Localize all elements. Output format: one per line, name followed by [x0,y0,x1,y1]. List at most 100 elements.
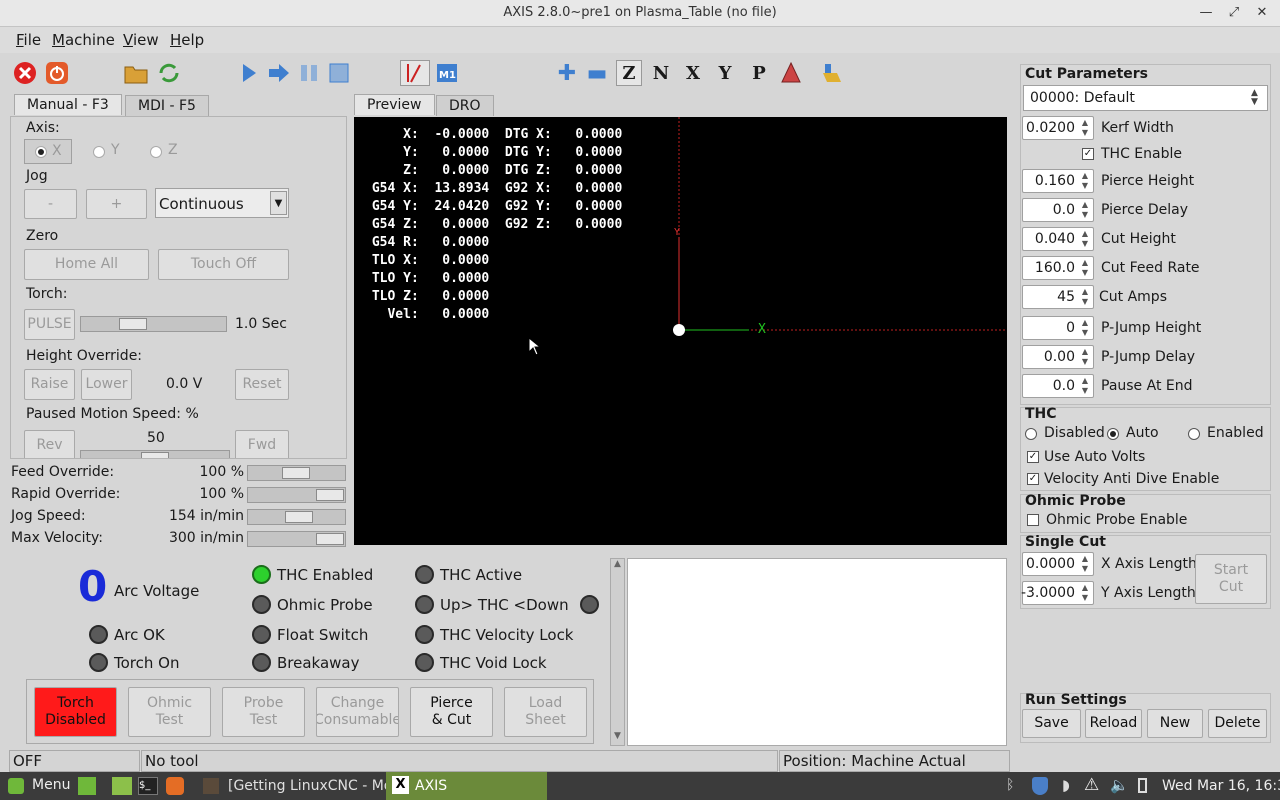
show-desktop-icon[interactable] [78,777,96,795]
clear-plot-icon[interactable] [820,60,846,86]
menu-button[interactable]: Menu [32,777,70,793]
stop-icon[interactable] [326,60,352,86]
view-y-icon[interactable]: Y [712,60,738,86]
battery-icon[interactable] [1138,778,1147,793]
cut-height-input[interactable]: 0.040 ▲ ▼ [1022,227,1094,251]
menu-file[interactable]: File [16,31,41,49]
cut-amps-input[interactable]: 45 ▲ ▼ [1022,285,1094,309]
block-delete-icon[interactable] [400,60,430,86]
ohmic-probe-enable-checkbox[interactable] [1027,514,1039,526]
spin-arrows-icon[interactable]: ▲ ▼ [1079,258,1091,278]
estop-icon[interactable] [12,60,38,86]
jog-mode-select[interactable]: Continuous ▼ [155,188,289,218]
new-button[interactable]: New [1147,709,1203,738]
maximize-icon[interactable]: ⤢ [1224,3,1244,23]
lower-button[interactable]: Lower [81,369,132,400]
preview-canvas[interactable]: X: -0.0000 DTG X: 0.0000 Y: 0.0000 DTG Y… [354,117,1007,545]
spin-arrows-icon[interactable]: ▲ ▼ [1079,229,1091,249]
home-all-button[interactable]: Home All [24,249,149,280]
thc-disabled-radio[interactable] [1025,428,1037,440]
feed-override-knob[interactable] [282,467,310,479]
taskbar-item-axis-bg[interactable] [386,772,547,800]
jog-minus-button[interactable]: - [24,189,77,219]
message-area[interactable] [627,558,1007,746]
spin-arrows-icon[interactable]: ▲ ▼ [1079,318,1091,338]
feed-override-slider[interactable] [247,465,346,481]
view-z-icon[interactable]: Z [616,60,642,86]
shield-icon[interactable] [1032,777,1048,795]
touch-off-button[interactable]: Touch Off [158,249,289,280]
taskbar-item-axis[interactable]: AXIS [415,778,447,794]
cut-feed-rate-input[interactable]: 160.0 ▲ ▼ [1022,256,1094,280]
thc-enable-checkbox[interactable]: ✓ [1082,148,1094,160]
pierce-height-input[interactable]: 0.160 ▲ ▼ [1022,169,1094,193]
view-p-icon[interactable]: P [746,60,772,86]
menu-machine[interactable]: Machine [52,31,115,49]
minimize-icon[interactable]: — [1196,3,1216,23]
tab-mdi[interactable]: MDI - F5 [125,95,209,116]
power-icon[interactable] [44,60,70,86]
spin-arrows-icon[interactable]: ▲ ▼ [1079,347,1091,367]
spin-arrows-icon[interactable]: ▲ ▼ [1079,171,1091,191]
jog-speed-slider[interactable] [247,509,346,525]
step-icon[interactable] [266,60,292,86]
view-z2-icon[interactable]: N [648,60,674,86]
max-velocity-knob[interactable] [316,533,344,545]
pulse-time-slider[interactable] [80,316,227,332]
load-sheet-button[interactable]: Load Sheet [504,687,587,737]
axis-z-radio[interactable] [150,146,162,158]
axis-x-radio[interactable]: X [24,139,72,164]
terminal-icon[interactable]: $_ [138,777,158,795]
wifi-icon[interactable]: ◗ [1062,776,1070,794]
reload-icon[interactable] [156,60,182,86]
max-velocity-slider[interactable] [247,531,346,547]
rotate-icon[interactable] [778,60,804,86]
pause-icon[interactable] [296,60,322,86]
material-select[interactable]: 00000: Default ▲ ▼ [1023,85,1268,111]
optional-stop-icon[interactable]: M1 [432,60,462,86]
paused-speed-knob[interactable] [141,452,169,458]
close-icon[interactable]: ✕ [1252,3,1272,23]
thc-enabled-radio[interactable] [1188,428,1200,440]
warning-icon[interactable]: ⚠ [1084,775,1099,795]
menu-help[interactable]: Help [170,31,204,49]
zoom-in-icon[interactable]: ✚ [554,60,580,86]
spin-arrows-icon[interactable]: ▲ ▼ [1079,118,1091,138]
probe-test-button[interactable]: Probe Test [222,687,305,737]
run-icon[interactable] [236,60,262,86]
y-axis-length-input[interactable]: -3.0000 ▲ ▼ [1021,581,1094,605]
delete-button[interactable]: Delete [1208,709,1267,738]
x-axis-length-input[interactable]: 0.0000 ▲ ▼ [1022,552,1094,576]
tab-preview[interactable]: Preview [354,94,435,115]
volume-icon[interactable]: 🔈 [1110,776,1129,794]
scroll-down-icon[interactable]: ▼ [611,731,624,745]
fwd-button[interactable]: Fwd [235,430,289,458]
open-file-icon[interactable] [123,60,149,86]
pierce-cut-button[interactable]: Pierce & Cut [410,687,493,737]
kerf-width-input[interactable]: 0.0200 ▲ ▼ [1022,116,1094,140]
thc-auto-radio[interactable] [1107,428,1119,440]
paused-speed-slider[interactable] [80,450,230,458]
spin-arrows-icon[interactable]: ▲ ▼ [1079,200,1091,220]
tab-manual[interactable]: Manual - F3 [14,94,122,115]
axis-y-radio[interactable] [93,146,105,158]
menu-view[interactable]: View [123,31,159,49]
bluetooth-icon[interactable]: ᛒ [1006,777,1014,793]
tab-dro[interactable]: DRO [436,95,494,116]
taskbar-item-browser[interactable]: [Getting LinuxCNC - Mo... [228,778,405,794]
spin-arrows-icon[interactable]: ▲ ▼ [1079,287,1091,307]
ohmic-test-button[interactable]: Ohmic Test [128,687,211,737]
message-scrollbar[interactable]: ▲ ▼ [610,558,625,746]
velocity-anti-dive-checkbox[interactable]: ✓ [1027,473,1039,485]
zoom-out-icon[interactable]: ▬ [584,60,610,86]
rev-button[interactable]: Rev [24,430,75,458]
jog-speed-knob[interactable] [285,511,313,523]
spin-arrows-icon[interactable]: ▲ ▼ [1079,376,1091,396]
spin-arrows-icon[interactable]: ▲ ▼ [1079,554,1091,574]
pjump-height-input[interactable]: 0 ▲ ▼ [1022,316,1094,340]
scroll-up-icon[interactable]: ▲ [611,559,624,573]
firefox-icon[interactable] [166,777,184,795]
spin-arrows-icon[interactable]: ▲ ▼ [1079,583,1091,603]
view-x-icon[interactable]: X [680,60,706,86]
files-icon[interactable] [112,777,132,795]
